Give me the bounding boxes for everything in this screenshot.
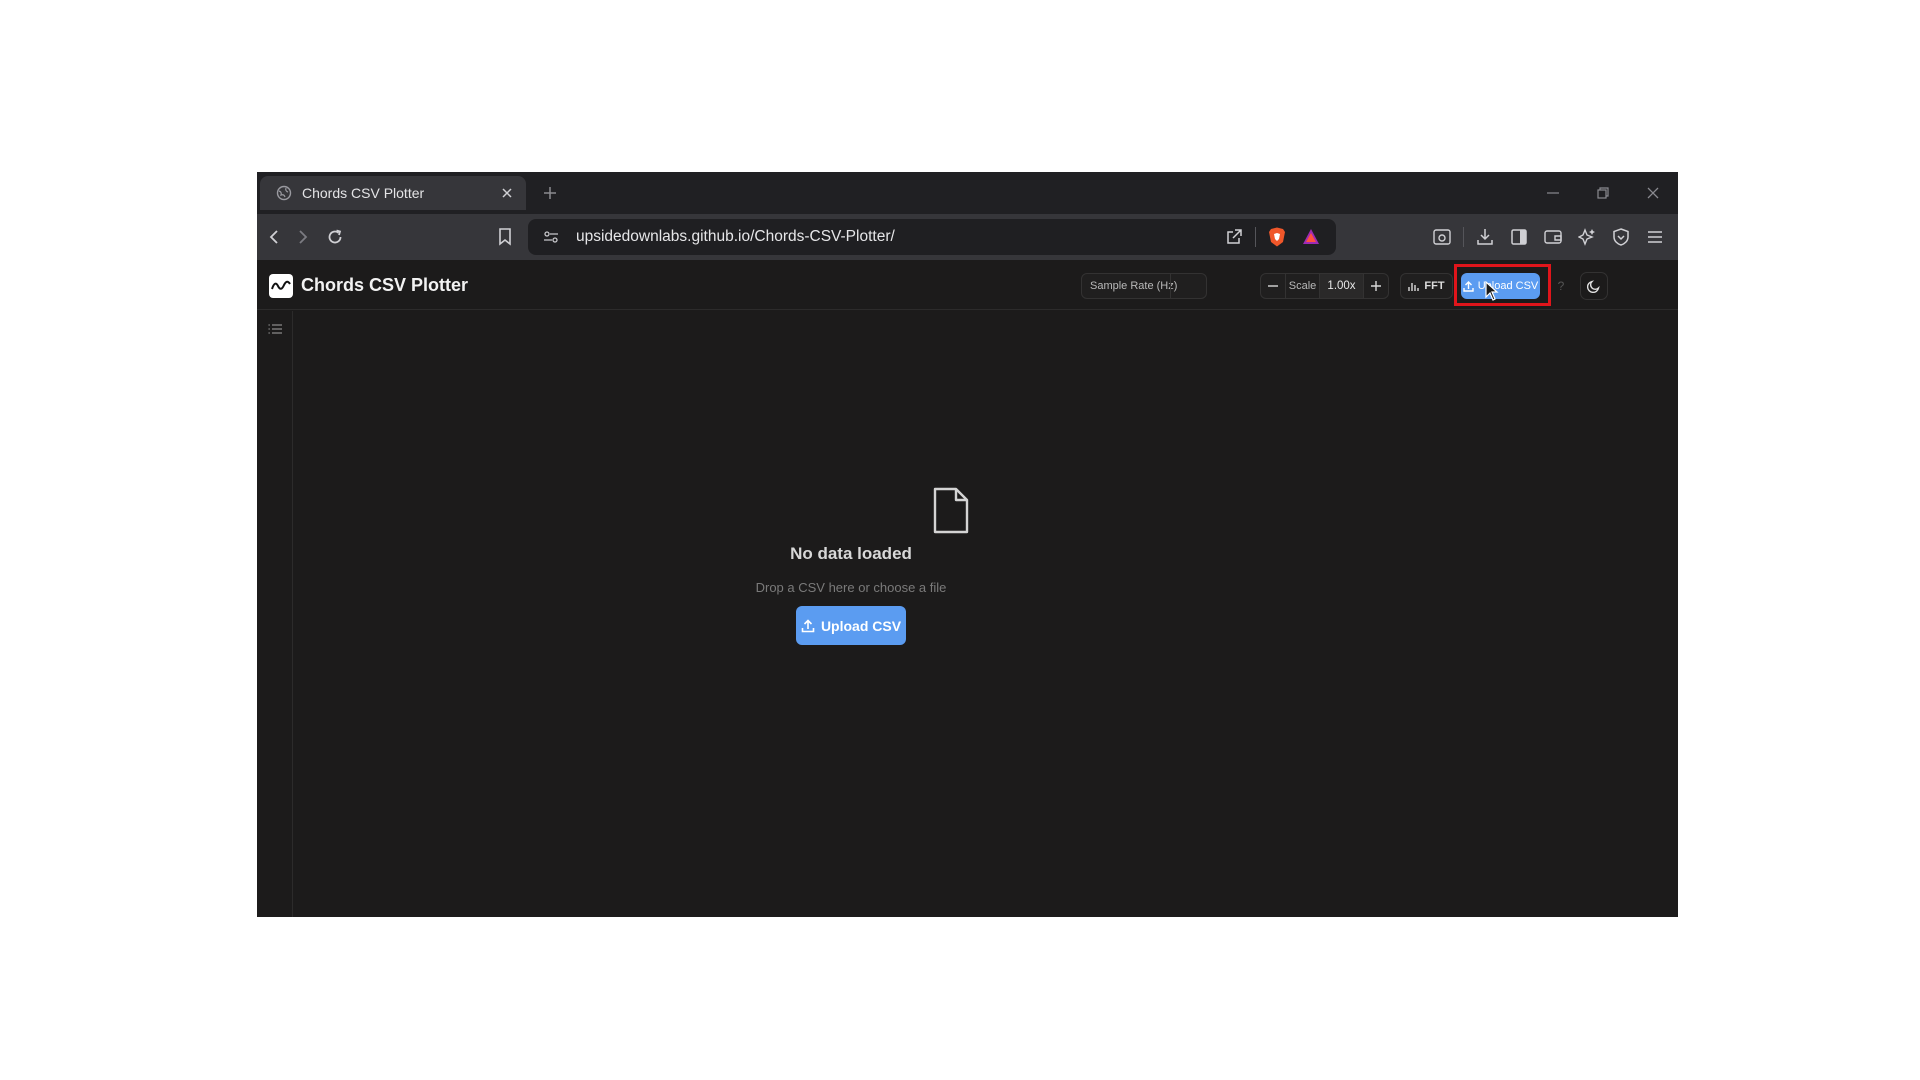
window-controls bbox=[1528, 172, 1678, 214]
bookmark-icon[interactable] bbox=[491, 223, 519, 251]
browser-right-tools bbox=[1425, 223, 1672, 251]
moon-icon bbox=[1587, 280, 1600, 293]
sample-rate-field: Sample Rate (Hz) bbox=[1081, 273, 1321, 299]
empty-state: No data loaded Drop a CSV here or choose… bbox=[294, 311, 1678, 917]
scale-label: Scale bbox=[1285, 274, 1319, 298]
url-text: upsidedownlabs.github.io/Chords-CSV-Plot… bbox=[576, 228, 895, 245]
list-icon[interactable] bbox=[267, 321, 283, 337]
globe-icon bbox=[276, 185, 292, 201]
divider bbox=[1255, 227, 1256, 247]
header-upload-csv-button[interactable]: Upload CSV bbox=[1461, 273, 1540, 299]
mouse-cursor-icon bbox=[1485, 281, 1499, 301]
reload-icon[interactable] bbox=[321, 223, 349, 251]
empty-state-subtitle: Drop a CSV here or choose a file bbox=[755, 580, 947, 595]
wallet-icon[interactable] bbox=[1536, 223, 1570, 251]
scale-control: Scale 1.00x bbox=[1260, 273, 1389, 299]
new-tab-icon[interactable] bbox=[538, 181, 562, 205]
sidebar-toggle-icon[interactable] bbox=[1502, 223, 1536, 251]
vpn-shield-icon[interactable] bbox=[1604, 223, 1638, 251]
upload-csv-label: Upload CSV bbox=[820, 617, 902, 634]
tab-close-icon[interactable] bbox=[498, 184, 516, 202]
upload-icon bbox=[1463, 280, 1474, 292]
app-header: Chords CSV Plotter Sample Rate (Hz) Scal… bbox=[257, 260, 1678, 310]
menu-icon[interactable] bbox=[1638, 223, 1672, 251]
tab-title: Chords CSV Plotter bbox=[302, 185, 425, 201]
brave-shields-icon[interactable] bbox=[1264, 224, 1290, 250]
app-title: Chords CSV Plotter bbox=[301, 275, 469, 295]
restore-icon[interactable] bbox=[1578, 172, 1628, 214]
sidebar bbox=[257, 311, 293, 917]
bar-chart-icon bbox=[1408, 283, 1420, 291]
forward-icon[interactable] bbox=[288, 223, 316, 251]
browser-tab[interactable]: Chords CSV Plotter bbox=[260, 176, 526, 210]
empty-state-title: No data loaded bbox=[790, 544, 912, 563]
upload-icon bbox=[801, 618, 815, 632]
minimize-icon[interactable] bbox=[1528, 172, 1578, 214]
scale-increase-button[interactable] bbox=[1364, 274, 1388, 298]
close-window-icon[interactable] bbox=[1628, 172, 1678, 214]
browser-window: Chords CSV Plotter upsidedownlabs.github… bbox=[257, 172, 1678, 917]
upload-csv-button[interactable]: Upload CSV bbox=[796, 606, 906, 645]
tab-strip: Chords CSV Plotter bbox=[257, 172, 1678, 214]
browser-toolbar: upsidedownlabs.github.io/Chords-CSV-Plot… bbox=[257, 214, 1678, 260]
theme-toggle-button[interactable] bbox=[1580, 272, 1608, 300]
share-icon[interactable] bbox=[1221, 224, 1247, 250]
fft-button[interactable]: FFT bbox=[1400, 273, 1453, 299]
address-bar[interactable]: upsidedownlabs.github.io/Chords-CSV-Plot… bbox=[528, 219, 1336, 255]
divider bbox=[1463, 227, 1464, 247]
download-icon[interactable] bbox=[1468, 223, 1502, 251]
site-settings-icon[interactable] bbox=[540, 226, 562, 248]
app-logo-icon bbox=[269, 274, 293, 298]
scale-value: 1.00x bbox=[1319, 274, 1364, 298]
scale-decrease-button[interactable] bbox=[1261, 274, 1285, 298]
brave-rewards-icon[interactable] bbox=[1298, 224, 1324, 250]
file-icon bbox=[933, 487, 969, 534]
leo-ai-icon[interactable] bbox=[1570, 223, 1604, 251]
help-button[interactable]: ? bbox=[1551, 273, 1571, 299]
sample-rate-label: Sample Rate (Hz) bbox=[1090, 280, 1178, 292]
fft-label: FFT bbox=[1424, 280, 1445, 292]
back-icon[interactable] bbox=[261, 223, 289, 251]
screenshot-icon[interactable] bbox=[1425, 223, 1459, 251]
